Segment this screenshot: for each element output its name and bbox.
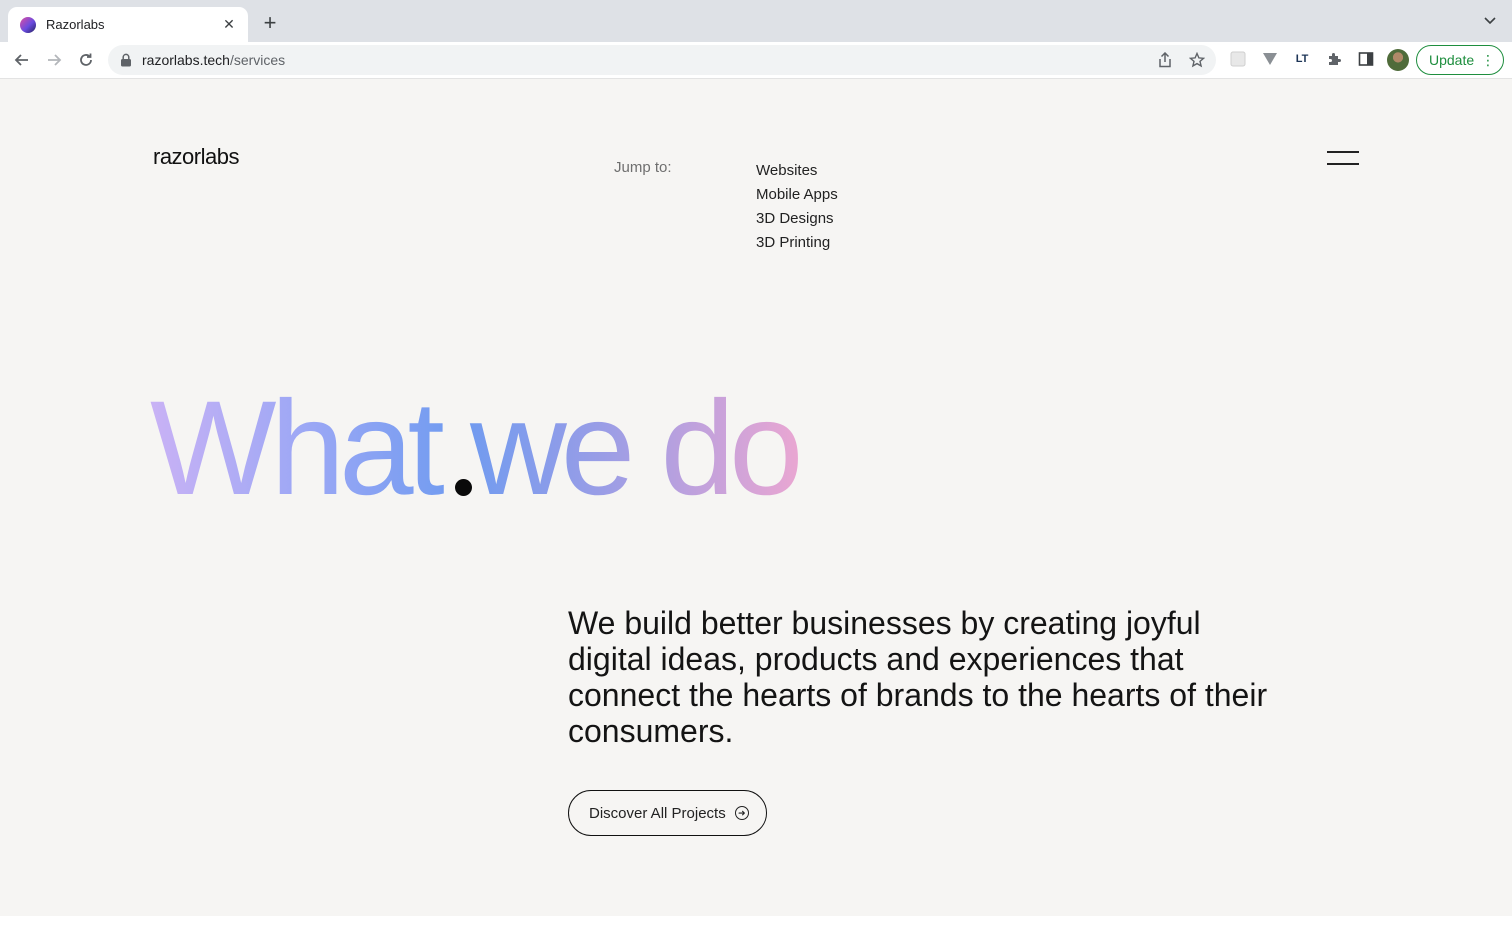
jump-link-3d-designs[interactable]: 3D Designs: [756, 207, 838, 231]
puzzle-icon[interactable]: [1324, 48, 1344, 70]
jump-to-links: Websites Mobile Apps 3D Designs 3D Print…: [756, 159, 838, 255]
kebab-menu-icon[interactable]: ⋮: [1481, 51, 1495, 69]
arrow-right-icon: [48, 54, 62, 66]
url-text: razorlabs.tech/services: [142, 52, 285, 68]
lock-icon: [121, 53, 131, 67]
star-icon[interactable]: [1188, 51, 1206, 69]
cta-label: Discover All Projects: [589, 804, 726, 822]
arrow-right-circle-icon: ➜: [734, 806, 749, 820]
page-bottom-edge: [0, 916, 1512, 944]
services-tagline: We build better businesses by creating j…: [568, 605, 1268, 749]
jump-link-3d-printing[interactable]: 3D Printing: [756, 231, 838, 255]
url-domain: razorlabs.tech: [142, 52, 230, 68]
close-tab-icon[interactable]: ✕: [220, 16, 238, 33]
razorlabs-logo[interactable]: razorlabs: [153, 144, 239, 170]
update-button[interactable]: Update ⋮: [1416, 45, 1504, 75]
forward-button[interactable]: [42, 48, 66, 72]
logo-bold-text: razor: [153, 144, 201, 169]
jump-link-mobile-apps[interactable]: Mobile Apps: [756, 183, 838, 207]
url-path: /services: [229, 52, 286, 68]
update-label: Update: [1429, 52, 1475, 68]
browser-toolbar: razorlabs.tech/services LT Update ⋮: [0, 42, 1512, 79]
jump-link-websites[interactable]: Websites: [756, 159, 838, 183]
reload-icon: [80, 53, 92, 66]
extension-v-icon[interactable]: [1260, 48, 1280, 70]
arrow-left-icon: [14, 54, 28, 66]
tab-strip: Razorlabs ✕ +: [0, 0, 1512, 42]
custom-cursor-dot: [455, 479, 472, 496]
browser-tab[interactable]: Razorlabs ✕: [8, 7, 248, 42]
hamburger-menu-icon[interactable]: [1327, 149, 1359, 167]
address-bar-actions: [1156, 51, 1206, 69]
jump-to-label: Jump to:: [614, 159, 672, 176]
address-bar[interactable]: razorlabs.tech/services: [108, 45, 1216, 75]
discover-all-projects-button[interactable]: Discover All Projects ➜: [568, 790, 767, 836]
extension-lt-icon[interactable]: LT: [1292, 48, 1312, 70]
tab-search-chevron-icon[interactable]: [1482, 14, 1498, 30]
share-icon[interactable]: [1156, 51, 1174, 69]
page-content: razorlabs Jump to: Websites Mobile Apps …: [0, 79, 1512, 916]
extension-icons: LT: [1228, 48, 1376, 70]
new-tab-button[interactable]: +: [258, 12, 282, 36]
tab-title: Razorlabs: [46, 17, 105, 32]
profile-avatar[interactable]: [1387, 49, 1409, 71]
back-button[interactable]: [10, 48, 34, 72]
razorlabs-favicon-icon: [20, 16, 36, 33]
reload-button[interactable]: [74, 48, 98, 72]
hero-title: What we do: [150, 374, 804, 523]
extension-grid-icon[interactable]: [1228, 48, 1248, 70]
logo-light-text: labs: [200, 144, 240, 169]
side-panel-icon[interactable]: [1356, 48, 1376, 70]
